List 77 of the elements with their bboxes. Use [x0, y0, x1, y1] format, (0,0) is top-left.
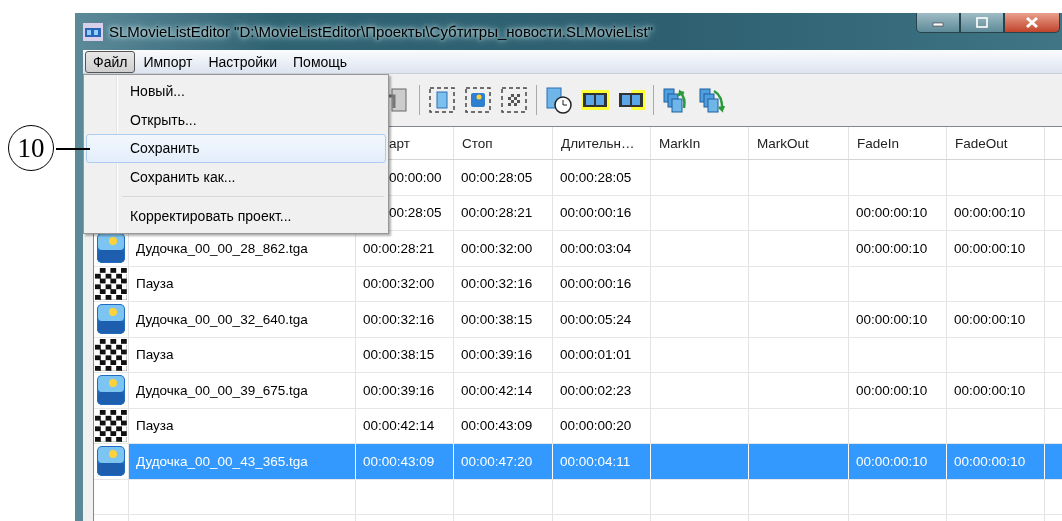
- table-cell: 00:00:02:23: [553, 373, 651, 408]
- table-cell: 00:00:00:10: [849, 444, 947, 479]
- callout-number: 10: [8, 125, 54, 171]
- table-cell: 00:00:38:15: [454, 302, 553, 337]
- table-cell: 00:00:00:20: [553, 408, 651, 443]
- minimize-button[interactable]: [916, 13, 960, 33]
- table-cell: 00:00:28:05: [454, 160, 553, 195]
- maximize-icon: [974, 16, 990, 29]
- table-cell: 00:00:05:24: [553, 302, 651, 337]
- menu-item[interactable]: Сохранить: [86, 134, 386, 163]
- table-cell: 00:00:32:16: [454, 266, 553, 301]
- menu-item[interactable]: Файл: [85, 50, 136, 73]
- window-title: SLMovieListEditor "D:\MovieListEditor\Проекты\Субтитры_новости.SLMovieList": [109, 23, 653, 40]
- table-cell: 00:00:00:10: [849, 302, 947, 337]
- picture-icon: [97, 375, 125, 406]
- column-header[interactable]: Стоп: [454, 127, 553, 159]
- table-cell: Дудочка_00_00_39_675.tga: [129, 373, 356, 408]
- close-icon: [1024, 16, 1040, 29]
- table-cell: 00:00:43:09: [454, 408, 553, 443]
- table-cell: 00:00:03:04: [553, 231, 651, 266]
- table-cell: 00:00:00:10: [849, 373, 947, 408]
- picture-icon: [97, 233, 125, 264]
- table-cell: 00:00:00:16: [553, 195, 651, 230]
- table-cell: Пауза: [129, 408, 356, 443]
- table-cell: Дудочка_00_00_32_640.tga: [129, 302, 356, 337]
- checkerboard-icon: [95, 409, 127, 442]
- table-cell: 00:00:00:10: [947, 444, 1045, 479]
- column-header[interactable]: FadeOut: [947, 127, 1045, 159]
- dashed-checker-icon[interactable]: [500, 86, 528, 114]
- checkerboard-icon: [95, 338, 127, 371]
- table-cell: 00:00:43:09: [356, 444, 454, 479]
- clock-document-icon[interactable]: [545, 86, 573, 114]
- table-cell: 00:00:32:00: [454, 231, 553, 266]
- table-cell: 00:00:32:00: [356, 266, 454, 301]
- table-row[interactable]: Пауза 00:00:32:00 00:00:32:16 00:00:00:16: [94, 266, 1062, 302]
- table-cell: Пауза: [129, 266, 356, 301]
- menu-item[interactable]: Импорт: [135, 50, 201, 73]
- table-cell: 00:00:42:14: [454, 373, 553, 408]
- table-cell: 00:00:01:01: [553, 337, 651, 372]
- dashed-picture-icon[interactable]: [464, 86, 492, 114]
- table-cell: Дудочка_00_00_43_365.tga: [129, 444, 356, 479]
- table-cell: 00:00:04:11: [553, 444, 651, 479]
- column-header[interactable]: Длительн…: [553, 127, 651, 159]
- maximize-button[interactable]: [960, 13, 1004, 33]
- column-header[interactable]: MarkOut: [749, 127, 849, 159]
- table-cell: 00:00:00:10: [947, 195, 1045, 230]
- table-cell: 00:00:00:10: [849, 195, 947, 230]
- column-header[interactable]: MarkIn: [651, 127, 749, 159]
- menu-item[interactable]: Помощь: [285, 50, 356, 73]
- table-cell: 00:00:38:15: [356, 337, 454, 372]
- table-cell: 00:00:00:10: [849, 231, 947, 266]
- table-cell: 00:00:00:10: [947, 231, 1045, 266]
- column-header[interactable]: FadeIn: [849, 127, 947, 159]
- table-row[interactable]: Пауза 00:00:38:15 00:00:39:16 00:00:01:01: [94, 337, 1062, 373]
- menu-item[interactable]: Настройки: [200, 50, 286, 73]
- picture-icon: [97, 304, 125, 335]
- table-cell: 00:00:00:10: [947, 373, 1045, 408]
- table-cell: 00:00:39:16: [454, 337, 553, 372]
- table-cell: 00:00:00:10: [947, 302, 1045, 337]
- app-icon: [83, 22, 103, 41]
- table-cell: 00:00:00:16: [553, 266, 651, 301]
- table-cell: 00:00:42:14: [356, 408, 454, 443]
- close-button[interactable]: [1004, 13, 1060, 33]
- checkerboard-icon: [95, 267, 127, 300]
- table-cell: 00:00:47:20: [454, 444, 553, 479]
- table-row[interactable]: Дудочка_00_00_32_640.tga 00:00:32:16 00:00:38:15 00:00:05:24 00:00:00:10 00:00:00:10: [94, 302, 1062, 338]
- picture-icon: [97, 446, 125, 477]
- table-cell: 00:00:28:21: [454, 195, 553, 230]
- table-cell: 00:00:39:16: [356, 373, 454, 408]
- table-row[interactable]: Дудочка_00_00_39_675.tga 00:00:39:16 00:00:42:14 00:00:02:23 00:00:00:10 00:00:00:10: [94, 373, 1062, 409]
- dashed-document-icon[interactable]: [428, 86, 456, 114]
- table-cell: 00:00:28:05: [553, 160, 651, 195]
- leader-line: [56, 148, 90, 150]
- copy-arrow-icon[interactable]: [698, 86, 726, 114]
- menu-item[interactable]: Новый...: [86, 77, 386, 106]
- table-cell: 00:00:32:16: [356, 302, 454, 337]
- table-cell: Пауза: [129, 337, 356, 372]
